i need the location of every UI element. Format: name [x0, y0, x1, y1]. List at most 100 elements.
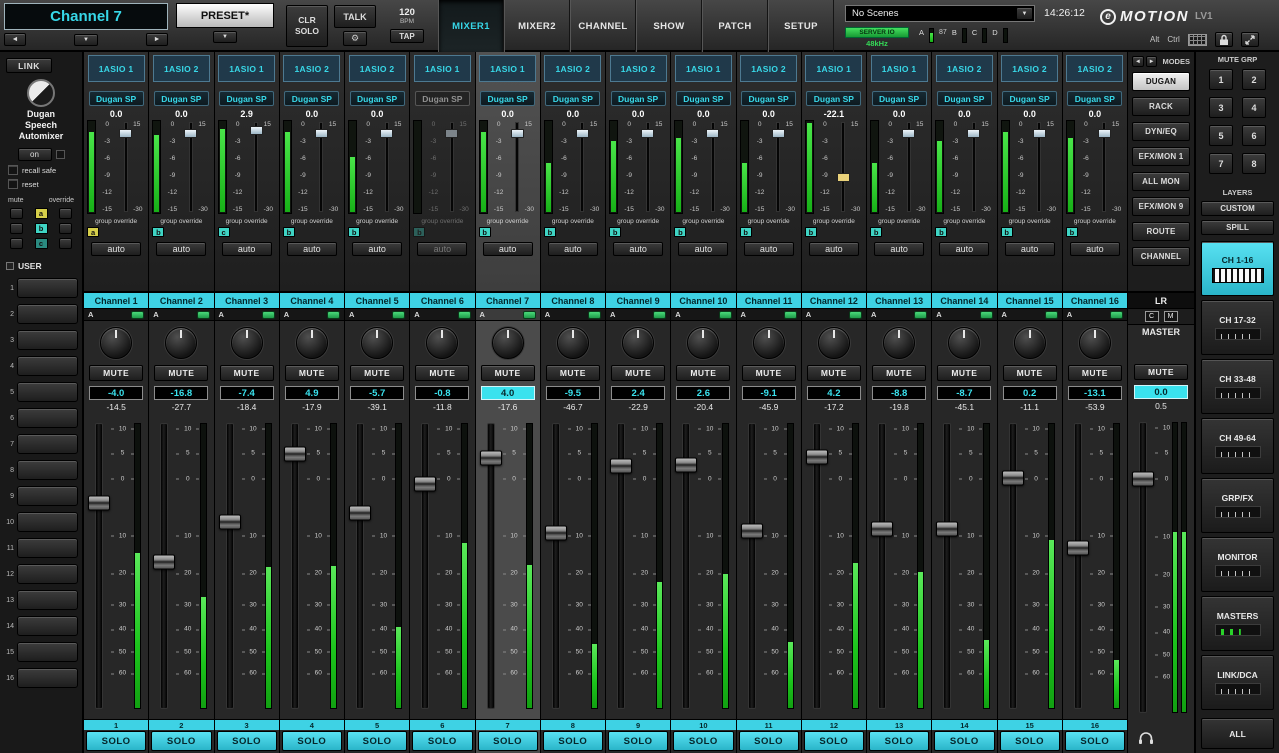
- fader-track[interactable]: [487, 423, 495, 709]
- master-fader-cap[interactable]: [1132, 471, 1154, 486]
- tab[interactable]: MIXER1: [438, 0, 504, 52]
- dugan-weight-slider[interactable]: [836, 120, 851, 214]
- channel-name[interactable]: Channel 5: [345, 293, 409, 309]
- solo-button[interactable]: SOLO: [347, 731, 407, 751]
- dugan-sp-button[interactable]: Dugan SP: [1002, 91, 1057, 106]
- user-assignable-button[interactable]: [17, 460, 78, 480]
- fader-cap[interactable]: [219, 514, 241, 529]
- fader-track[interactable]: [356, 423, 364, 709]
- fader-gain-readout[interactable]: 4.0: [481, 386, 535, 400]
- scenes-dropdown-button[interactable]: ▼: [1016, 7, 1033, 20]
- pan-knob[interactable]: [231, 327, 263, 359]
- pan-knob[interactable]: [361, 327, 393, 359]
- input-patch-label[interactable]: 1ASIO 1: [675, 55, 732, 82]
- fader-gain-readout[interactable]: -8.8: [872, 386, 926, 400]
- auto-button[interactable]: auto: [874, 242, 924, 256]
- channel-name[interactable]: Channel 9: [606, 293, 670, 309]
- channel-name[interactable]: Channel 8: [541, 293, 605, 309]
- fader-cap[interactable]: [480, 451, 502, 466]
- fullscreen-resize-icon[interactable]: [1241, 32, 1259, 47]
- talk-button[interactable]: TALK: [334, 5, 376, 28]
- tab[interactable]: SETUP: [768, 0, 834, 52]
- channel-name[interactable]: Channel 6: [410, 293, 474, 309]
- user-assignable-button[interactable]: [17, 616, 78, 636]
- dugan-slider-cap[interactable]: [902, 129, 915, 138]
- channel-name[interactable]: Channel 14: [932, 293, 996, 309]
- fader-cap[interactable]: [545, 526, 567, 541]
- mute-button[interactable]: MUTE: [350, 365, 404, 381]
- fader-gain-readout[interactable]: -13.1: [1068, 386, 1122, 400]
- input-gain-badge[interactable]: [327, 311, 340, 319]
- dugan-weight-slider[interactable]: [705, 120, 720, 214]
- solo-button[interactable]: SOLO: [608, 731, 668, 751]
- pan-knob[interactable]: [948, 327, 980, 359]
- input-patch-label[interactable]: 1ASIO 2: [153, 55, 210, 82]
- dugan-weight-slider[interactable]: [314, 120, 329, 214]
- auto-button[interactable]: auto: [1070, 242, 1120, 256]
- fader-cap[interactable]: [284, 446, 306, 461]
- fader-cap[interactable]: [1002, 470, 1024, 485]
- solo-button[interactable]: SOLO: [86, 731, 146, 751]
- pan-knob[interactable]: [687, 327, 719, 359]
- mode-button[interactable]: RACK: [1132, 97, 1190, 116]
- input-patch-label[interactable]: 1ASIO 2: [740, 55, 797, 82]
- auto-button[interactable]: auto: [678, 242, 728, 256]
- user-assignable-button[interactable]: [17, 278, 78, 298]
- dugan-weight-slider[interactable]: [379, 120, 394, 214]
- tab[interactable]: CHANNEL: [570, 0, 636, 52]
- input-gain-badge[interactable]: [197, 311, 210, 319]
- dugan-sp-button[interactable]: Dugan SP: [415, 91, 470, 106]
- channel-name[interactable]: Channel 16: [1063, 293, 1127, 309]
- mute-group-button[interactable]: 7: [1209, 153, 1233, 174]
- fader-track[interactable]: [1009, 423, 1017, 709]
- fader-track[interactable]: [878, 423, 886, 709]
- talk-settings-gear-icon[interactable]: ⚙: [343, 31, 367, 46]
- group-badge[interactable]: b: [805, 227, 817, 237]
- mute-button[interactable]: MUTE: [1003, 365, 1057, 381]
- mode-button[interactable]: ROUTE: [1132, 222, 1190, 241]
- channel-next-button[interactable]: ►: [146, 33, 168, 46]
- fader-track[interactable]: [813, 423, 821, 709]
- dugan-slider-cap[interactable]: [380, 129, 393, 138]
- layer-bank-button[interactable]: GRP/FX: [1201, 478, 1274, 533]
- mode-button[interactable]: CHANNEL: [1132, 247, 1190, 266]
- channel-name[interactable]: Channel 2: [149, 293, 213, 309]
- dugan-sp-button[interactable]: Dugan SP: [741, 91, 796, 106]
- mute-button[interactable]: MUTE: [481, 365, 535, 381]
- input-gain-badge[interactable]: [1045, 311, 1058, 319]
- mute-group-button[interactable]: 4: [1242, 97, 1266, 118]
- dugan-weight-slider[interactable]: [771, 120, 786, 214]
- custom-layer-button[interactable]: CUSTOM: [1201, 201, 1274, 216]
- dugan-sp-button[interactable]: Dugan SP: [219, 91, 274, 106]
- input-patch-label[interactable]: 1ASIO 2: [1001, 55, 1058, 82]
- group-badge[interactable]: b: [348, 227, 360, 237]
- layer-bank-button[interactable]: CH 1-16: [1201, 241, 1274, 296]
- fader-track[interactable]: [748, 423, 756, 709]
- fader-gain-readout[interactable]: -5.7: [350, 386, 404, 400]
- mode-button[interactable]: EFX/MON 1: [1132, 147, 1190, 166]
- mode-button[interactable]: DUGAN: [1132, 72, 1190, 91]
- pan-knob[interactable]: [492, 327, 524, 359]
- input-gain-badge[interactable]: [980, 311, 993, 319]
- auto-button[interactable]: auto: [613, 242, 663, 256]
- group-mute-button[interactable]: [10, 208, 23, 219]
- fader-track[interactable]: [552, 423, 560, 709]
- input-patch-label[interactable]: 1ASIO 2: [283, 55, 340, 82]
- mute-group-button[interactable]: 3: [1209, 97, 1233, 118]
- tab[interactable]: SHOW: [636, 0, 702, 52]
- auto-button[interactable]: auto: [156, 242, 206, 256]
- fader-track[interactable]: [1074, 423, 1082, 709]
- master-gain-readout[interactable]: 0.0: [1134, 385, 1188, 399]
- selected-channel-title[interactable]: Channel 7: [4, 3, 168, 30]
- mute-button[interactable]: MUTE: [807, 365, 861, 381]
- dugan-sp-button[interactable]: Dugan SP: [284, 91, 339, 106]
- group-badge[interactable]: b: [544, 227, 556, 237]
- dugan-sp-button[interactable]: Dugan SP: [611, 91, 666, 106]
- dugan-slider-cap[interactable]: [445, 129, 458, 138]
- solo-button[interactable]: SOLO: [804, 731, 864, 751]
- input-patch-label[interactable]: 1ASIO 1: [479, 55, 536, 82]
- master-fader-track[interactable]: [1139, 422, 1147, 713]
- input-gain-badge[interactable]: [1110, 311, 1123, 319]
- channel-name[interactable]: Channel 10: [671, 293, 735, 309]
- channel-name[interactable]: Channel 12: [802, 293, 866, 309]
